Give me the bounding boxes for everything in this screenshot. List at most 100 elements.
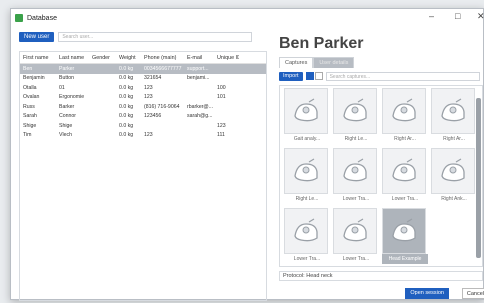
table-cell: Barker <box>59 103 75 110</box>
table-cell: 0.0 kg <box>119 94 134 101</box>
capture-label: Right Le... <box>344 136 368 142</box>
capture-card[interactable]: Head Example <box>382 208 428 268</box>
page-title: Ben Parker <box>279 35 364 52</box>
table-cell: 0.0 kg <box>119 75 134 82</box>
user-detail-panel: Ben Parker Captures User details Import … <box>269 31 484 299</box>
footer: Open session Cancel <box>279 286 484 300</box>
capture-card[interactable]: Right Ar... <box>382 88 428 148</box>
import-button[interactable]: Import <box>279 71 303 81</box>
app-icon <box>15 14 23 22</box>
table-cell: 123 <box>144 84 153 91</box>
maximize-icon[interactable]: □ <box>455 11 460 21</box>
table-cell: 0.0 kg <box>119 113 134 120</box>
table-cell: benjami... <box>187 75 210 82</box>
minimize-icon[interactable]: – <box>429 11 434 21</box>
capture-thumbnail-icon <box>382 208 426 254</box>
table-cell: 101 <box>217 94 226 101</box>
table-cell: Ben <box>23 65 33 72</box>
close-icon[interactable]: ✕ <box>477 11 484 22</box>
capture-card[interactable]: Right Ar... <box>431 88 477 148</box>
table-cell: rbarker@... <box>187 103 214 110</box>
table-row[interactable]: Otalla 01 0.0 kg 123 100 <box>20 83 266 93</box>
column-header[interactable]: Phone (main) <box>141 55 184 61</box>
table-cell: support... <box>187 65 209 72</box>
table-cell: Ergonomie <box>59 94 85 101</box>
window-title: Database <box>27 14 57 22</box>
tab-captures[interactable]: Captures <box>279 57 314 68</box>
captures-gallery: Gait analy... Right Le... Right Ar... Right… <box>279 85 483 267</box>
capture-thumbnail-icon <box>333 88 377 134</box>
capture-search-input[interactable]: Search captures... <box>325 71 480 81</box>
capture-card[interactable]: Lower Tra... <box>284 208 330 268</box>
capture-card[interactable]: Right Ank... <box>431 148 477 208</box>
table-row[interactable]: Tim Vlech 0.0 kg 123 111 <box>20 131 266 141</box>
table-cell: 100 <box>217 84 226 91</box>
capture-thumbnail-icon <box>382 148 426 194</box>
table-row[interactable]: Ben Parker 0.0 kg 0034566677777 support... <box>20 64 266 74</box>
capture-thumbnail-icon <box>382 88 426 134</box>
table-cell: 123 <box>144 94 153 101</box>
table-cell: Connor <box>59 113 77 120</box>
column-header[interactable]: Weight <box>116 55 141 61</box>
column-header[interactable]: Unique ID <box>214 55 239 61</box>
table-cell: 123456 <box>144 113 162 120</box>
table-cell: 0.0 kg <box>119 132 134 139</box>
column-header[interactable]: Gender <box>89 55 116 61</box>
grid-view-icon[interactable] <box>305 72 314 80</box>
capture-thumbnail-icon <box>284 208 328 254</box>
capture-label: Head Example <box>382 254 428 264</box>
user-search-input[interactable]: Search user... <box>58 32 253 42</box>
users-table: First name Last name Gender Weight Phone… <box>19 51 267 301</box>
table-cell: Shige <box>59 122 73 129</box>
open-session-button[interactable]: Open session <box>405 288 449 299</box>
capture-label: Right Ar... <box>394 136 416 142</box>
table-cell: 321654 <box>144 75 162 82</box>
tab-user-details[interactable]: User details <box>313 57 355 68</box>
table-cell: Tim <box>23 132 32 139</box>
table-cell: 01 <box>59 84 65 91</box>
table-cell: Otalla <box>23 84 37 91</box>
table-cell: 123 <box>217 122 226 129</box>
capture-thumbnail-icon <box>431 88 475 134</box>
list-view-icon[interactable] <box>314 72 323 80</box>
table-row[interactable]: Benjamin Button 0.0 kg 321654 benjami... <box>20 74 266 84</box>
table-cell: (816) 716-9064 <box>144 103 180 110</box>
capture-card[interactable]: Gait analy... <box>284 88 330 148</box>
cancel-button[interactable]: Cancel <box>461 288 484 299</box>
table-cell: 0.0 kg <box>119 103 134 110</box>
table-row[interactable]: Ovalan Ergonomie 0.0 kg 123 101 <box>20 93 266 103</box>
database-window: Database – □ ✕ New user Search user... F… <box>10 8 484 301</box>
capture-card[interactable]: Lower Tra... <box>333 208 379 268</box>
capture-thumbnail-icon <box>333 148 377 194</box>
table-cell: 0.0 kg <box>119 84 134 91</box>
capture-card[interactable]: Right Le... <box>284 148 330 208</box>
table-cell: 111 <box>217 132 225 139</box>
capture-label: Right Ank... <box>441 196 467 202</box>
capture-label: Lower Tra... <box>391 196 419 202</box>
capture-card[interactable]: Lower Tra... <box>333 148 379 208</box>
column-header[interactable]: E-mail <box>184 55 214 61</box>
capture-thumbnail-icon <box>431 148 475 194</box>
capture-label: Right Le... <box>295 196 319 202</box>
capture-thumbnail-icon <box>284 88 328 134</box>
table-row[interactable]: Shige Shige 0.0 kg 123 <box>20 121 266 131</box>
table-cell: Parker <box>59 65 75 72</box>
protocol-field: Protocol: Head neck <box>279 271 483 281</box>
table-row[interactable]: Sarah Connor 0.0 kg 123456 sarah@g... <box>20 112 266 122</box>
column-header[interactable]: Last name <box>56 55 89 61</box>
title-bar: Database <box>11 9 483 27</box>
table-cell: 0.0 kg <box>119 65 134 72</box>
table-cell: Benjamin <box>23 75 45 82</box>
table-cell: Russ <box>23 103 35 110</box>
capture-thumbnail-icon <box>284 148 328 194</box>
capture-card[interactable]: Lower Tra... <box>382 148 428 208</box>
column-header[interactable]: First name <box>20 55 56 61</box>
table-cell: 123 <box>144 132 153 139</box>
user-list-panel: New user Search user... First name Last … <box>19 31 267 301</box>
new-user-button[interactable]: New user <box>19 32 55 42</box>
table-row[interactable]: Russ Barker 0.0 kg (816) 716-9064 rbarker@..… <box>20 102 266 112</box>
table-cell: Sarah <box>23 113 37 120</box>
capture-label: Gait analy... <box>293 136 321 142</box>
table-cell: Button <box>59 75 74 82</box>
capture-card[interactable]: Right Le... <box>333 88 379 148</box>
